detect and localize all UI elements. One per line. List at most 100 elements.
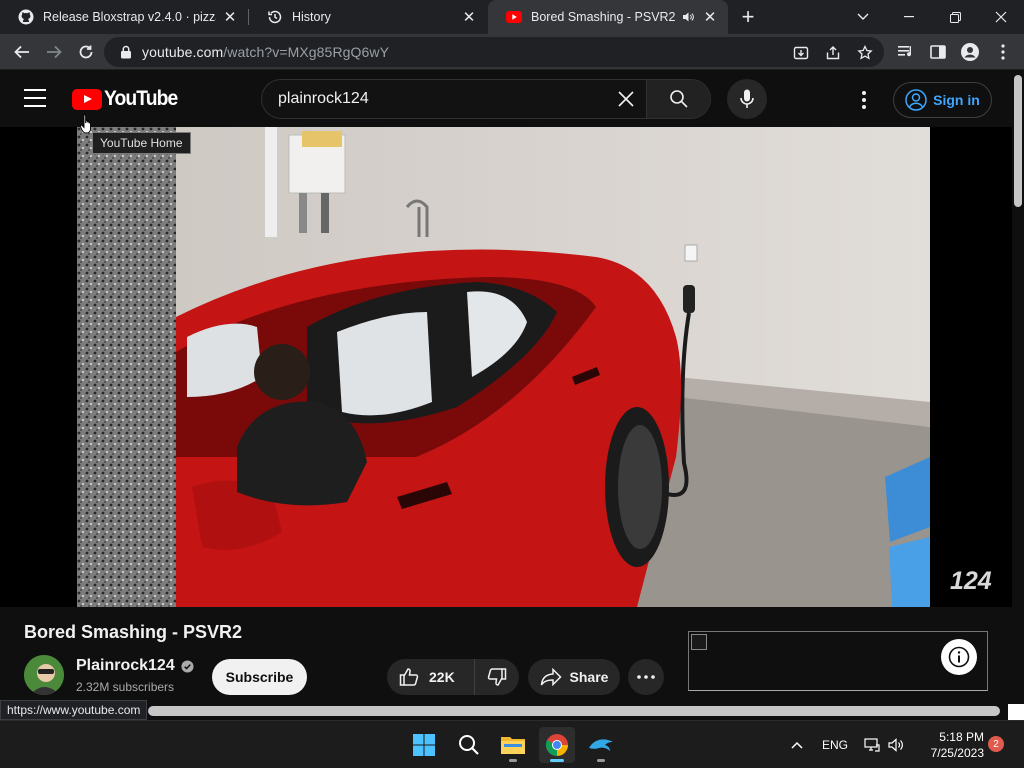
close-icon[interactable]: ✕ [222, 9, 238, 26]
video-player[interactable]: 124 [0, 127, 1012, 607]
notification-badge[interactable]: 2 [988, 736, 1004, 752]
horizontal-scrollbar[interactable] [0, 704, 1012, 718]
youtube-header: YouTube plainrock124 Sign in [0, 71, 1012, 127]
video-frame-image [77, 127, 930, 607]
scrollbar-corner [1008, 704, 1024, 720]
search-icon [669, 90, 688, 108]
side-panel-icon[interactable] [929, 43, 947, 61]
subscribe-button[interactable]: Subscribe [212, 659, 307, 695]
close-icon[interactable]: ✕ [461, 9, 477, 26]
clock-date: 7/25/2023 [930, 746, 984, 760]
more-actions-button[interactable] [628, 659, 664, 695]
channel-name-text: Plainrock124 [76, 657, 175, 674]
channel-name[interactable]: Plainrock124 [76, 657, 194, 675]
windows-taskbar: ENG 5:18 PM 7/25/2023 [0, 720, 1024, 768]
vertical-scroll-thumb[interactable] [1014, 75, 1022, 207]
status-bar-url: https://www.youtube.com [0, 700, 148, 720]
like-count: 22K [429, 669, 455, 685]
video-frame[interactable] [77, 127, 930, 607]
search-button[interactable] [646, 80, 710, 118]
sign-in-label: Sign in [933, 92, 980, 108]
broken-image-icon [691, 634, 707, 650]
tab-title: History [292, 10, 331, 24]
video-title: Bored Smashing - PSVR2 [24, 622, 243, 642]
media-controls-icon[interactable] [897, 43, 915, 61]
share-page-icon[interactable] [824, 44, 842, 62]
tab-bloxstrap[interactable]: Release Bloxstrap v2.4.0 · pizzabo ✕ [0, 0, 248, 34]
profile-icon[interactable] [961, 43, 979, 61]
lock-icon[interactable] [118, 44, 134, 60]
running-indicator [550, 759, 564, 762]
restore-button[interactable] [932, 0, 978, 34]
guide-menu-button[interactable] [24, 89, 46, 109]
forward-button[interactable] [40, 38, 68, 66]
subscriber-count: 2.32M subscribers [76, 680, 175, 694]
install-app-icon[interactable] [792, 44, 810, 62]
youtube-logo-text: YouTube [104, 87, 178, 110]
taskbar-search-button[interactable] [451, 727, 487, 763]
back-button[interactable] [8, 38, 36, 66]
dolphin-icon [589, 739, 613, 751]
address-bar[interactable]: youtube.com/watch?v=MXg85RgQ6wY [104, 37, 884, 67]
verified-check-icon [181, 659, 194, 673]
file-explorer-button[interactable] [495, 727, 531, 763]
browser-menu-icon[interactable] [994, 43, 1012, 61]
ad-slot[interactable] [688, 631, 988, 691]
system-clock[interactable]: 5:18 PM 7/25/2023 [920, 729, 984, 761]
horizontal-scroll-thumb[interactable] [148, 706, 1000, 716]
youtube-play-logo-icon [72, 88, 102, 110]
close-window-button[interactable] [978, 0, 1024, 34]
channel-avatar[interactable] [24, 655, 64, 695]
sign-in-button[interactable]: Sign in [893, 82, 992, 118]
browser-tab-strip: Release Bloxstrap v2.4.0 · pizzabo ✕ His… [0, 0, 1024, 34]
speaker-icon[interactable] [680, 9, 696, 25]
folder-icon [501, 737, 525, 754]
close-icon[interactable]: ✕ [702, 9, 718, 26]
network-icon[interactable] [862, 735, 882, 755]
search-icon [459, 735, 479, 755]
url-text: youtube.com/watch?v=MXg85RgQ6wY [142, 44, 389, 60]
start-button[interactable] [406, 727, 442, 763]
tray-overflow-chevron-icon[interactable] [788, 735, 806, 755]
youtube-logo[interactable]: YouTube [72, 87, 184, 110]
dolphin-app-button[interactable] [583, 727, 619, 763]
search-box[interactable]: plainrock124 [261, 79, 711, 119]
tab-search-chevron-icon[interactable] [840, 0, 886, 34]
hand-cursor-icon [79, 114, 94, 139]
ad-info-button[interactable] [941, 639, 977, 675]
chrome-taskbar-button[interactable] [539, 727, 575, 763]
new-tab-button[interactable]: + [736, 4, 760, 29]
account-circle-icon [905, 89, 927, 111]
share-arrow-icon [540, 668, 562, 686]
search-input[interactable]: plainrock124 [278, 90, 606, 108]
vertical-scrollbar[interactable] [1012, 71, 1024, 719]
youtube-home-tooltip: YouTube Home [92, 132, 191, 154]
dislike-button[interactable] [475, 659, 519, 695]
voice-search-button[interactable] [727, 79, 767, 119]
windows-logo-icon [413, 734, 435, 756]
bookmark-star-icon[interactable] [856, 44, 874, 62]
tab-title: Release Bloxstrap v2.4.0 · pizzabo [43, 10, 216, 24]
clear-search-icon[interactable] [606, 80, 646, 118]
share-label: Share [569, 669, 609, 685]
language-indicator[interactable]: ENG [818, 735, 852, 755]
share-button[interactable]: Share [528, 659, 620, 695]
thumbs-up-icon [399, 667, 419, 687]
chrome-icon [545, 734, 568, 756]
like-button[interactable]: 22K [387, 659, 475, 695]
tab-youtube[interactable]: Bored Smashing - PSVR2 - Yo ✕ [488, 0, 728, 34]
youtube-icon [506, 9, 522, 25]
browser-toolbar: youtube.com/watch?v=MXg85RgQ6wY [0, 34, 1024, 70]
settings-kebab-icon[interactable] [852, 88, 876, 112]
volume-icon[interactable] [886, 735, 906, 755]
github-icon [18, 9, 34, 25]
channel-watermark[interactable]: 124 [950, 567, 992, 596]
more-horizontal-icon [637, 675, 655, 679]
tab-history[interactable]: History ✕ [249, 0, 487, 34]
history-icon [267, 9, 283, 25]
url-path: /watch?v=MXg85RgQ6wY [223, 44, 390, 60]
clock-time: 5:18 PM [939, 730, 984, 744]
tab-title: Bored Smashing - PSVR2 - Yo [531, 10, 676, 24]
reload-button[interactable] [72, 38, 100, 66]
minimize-button[interactable] [886, 0, 932, 34]
